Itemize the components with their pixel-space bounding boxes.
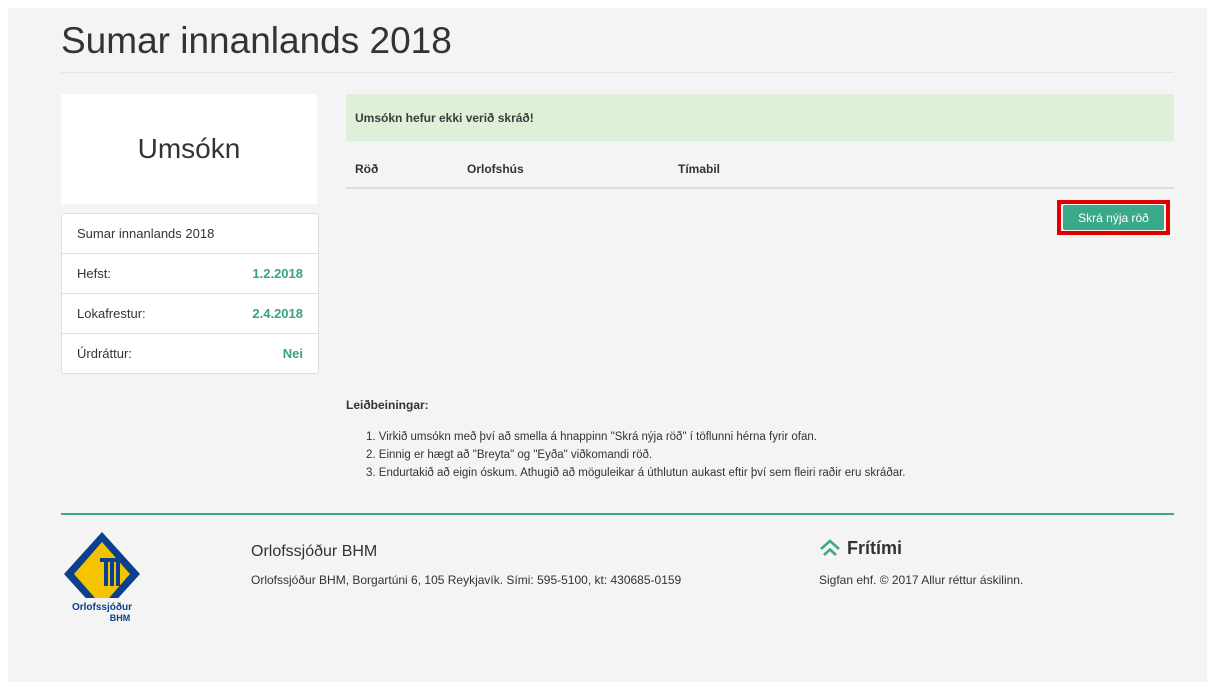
info-label: Lokafrestur: <box>77 306 146 321</box>
application-info-table: Sumar innanlands 2018 Hefst: 1.2.2018 Lo… <box>61 213 319 374</box>
page-title: Sumar innanlands 2018 <box>61 20 452 61</box>
title-divider <box>61 72 1174 73</box>
info-label: Úrdráttur: <box>77 346 132 361</box>
instructions-list: 1. Virkið umsókn með því að smella á hna… <box>366 428 906 482</box>
application-heading: Umsókn <box>137 133 241 164</box>
info-label: Hefst: <box>77 266 111 281</box>
svg-text:BHM: BHM <box>110 613 131 623</box>
application-heading-box: Umsókn <box>61 94 317 204</box>
add-row-highlight: Skrá nýja röð <box>1057 200 1170 235</box>
instructions-title: Leiðbeiningar: <box>346 398 429 412</box>
footer-divider <box>61 513 1174 515</box>
column-header-period: Tímabil <box>678 162 721 176</box>
fritimi-brand[interactable]: Frítími <box>819 538 902 559</box>
info-value: 1.2.2018 <box>252 266 303 281</box>
fritimi-label: Frítími <box>847 538 903 558</box>
info-row-period: Sumar innanlands 2018 <box>62 214 318 253</box>
status-alert: Umsókn hefur ekki verið skráð! <box>346 94 1174 141</box>
info-row-start: Hefst: 1.2.2018 <box>62 253 318 293</box>
instruction-item: 2. Einnig er hægt að "Breyta" og "Eyða" … <box>366 449 653 461</box>
orlofssjodur-logo: Orlofssjóður BHM <box>60 532 144 624</box>
column-header-order: Röð <box>355 162 379 176</box>
add-row-button[interactable]: Skrá nýja röð <box>1063 205 1164 230</box>
info-label: Sumar innanlands 2018 <box>77 226 215 241</box>
instruction-item: 3. Endurtakið að eigin óskum. Athugið að… <box>366 467 906 479</box>
instruction-item: 1. Virkið umsókn með því að smella á hna… <box>366 431 817 443</box>
org-name: Orlofssjóður BHM <box>251 543 378 560</box>
info-value: 2.4.2018 <box>252 306 303 321</box>
info-value: Nei <box>282 346 303 361</box>
copyright: Sigfan ehf. © 2017 Allur réttur áskilinn… <box>819 573 1024 587</box>
table-header: Röð Orlofshús Tímabil <box>346 156 1174 189</box>
info-row-deadline: Lokafrestur: 2.4.2018 <box>62 293 318 333</box>
page-background: Sumar innanlands 2018 Umsókn Sumar innan… <box>8 8 1207 682</box>
svg-text:Orlofssjóður: Orlofssjóður <box>72 601 132 613</box>
org-address: Orlofssjóður BHM, Borgartúni 6, 105 Reyk… <box>251 573 682 587</box>
column-header-house: Orlofshús <box>467 162 524 176</box>
house-icon <box>820 538 840 556</box>
info-row-draw: Úrdráttur: Nei <box>62 333 318 373</box>
